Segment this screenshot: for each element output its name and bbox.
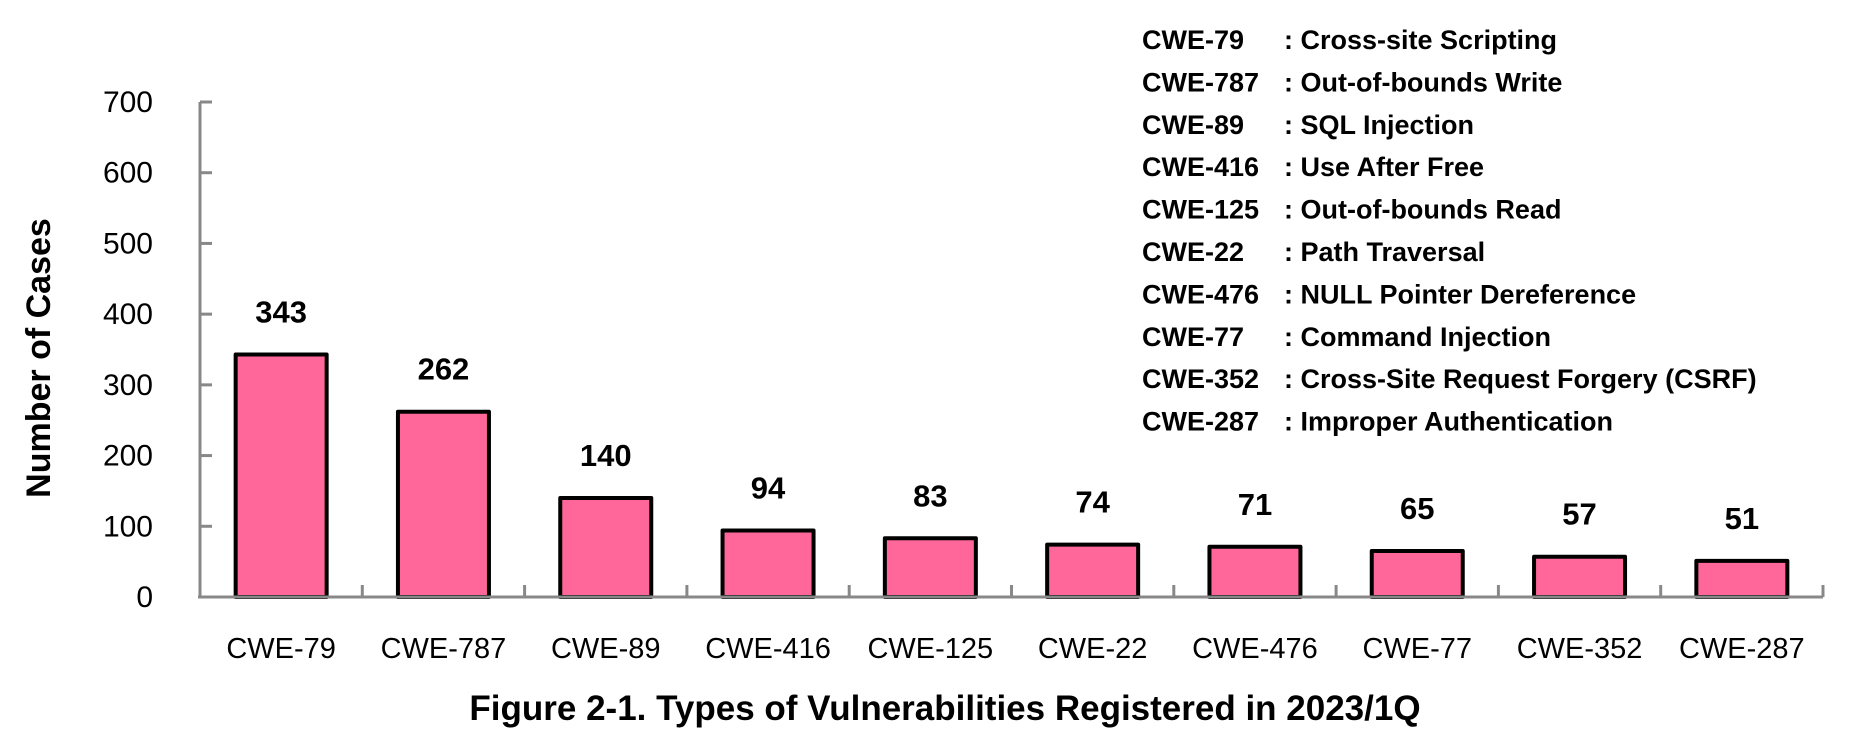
legend-item: CWE-77 : Command Injection <box>1142 322 1551 352</box>
legend-item: CWE-416 : Use After Free <box>1142 152 1484 182</box>
legend-code: CWE-125 <box>1142 195 1259 225</box>
data-label: 57 <box>1562 497 1596 532</box>
y-tick-label: 700 <box>103 86 153 119</box>
legend-code: CWE-287 <box>1142 407 1259 437</box>
bar <box>558 496 654 599</box>
legend-code: CWE-22 <box>1142 237 1244 267</box>
y-tick-label: 0 <box>136 581 153 614</box>
legend-code: CWE-416 <box>1142 152 1259 182</box>
legend-item: CWE-125 : Out-of-bounds Read <box>1142 195 1561 225</box>
legend: CWE-79 : Cross-site Scripting CWE-787 : Out… <box>1142 25 1757 437</box>
x-axis: CWE-79 CWE-787 CWE-89 CWE-416 CWE-125 CWE-22 C… <box>198 585 1825 665</box>
bars: 343 262 140 94 83 74 71 65 57 51 <box>233 294 1790 600</box>
y-tick-label: 100 <box>103 510 153 543</box>
x-tick-label: CWE-125 <box>867 633 993 665</box>
data-label: 74 <box>1075 485 1110 520</box>
legend-item: CWE-89 : SQL Injection <box>1142 110 1474 140</box>
legend-code: CWE-352 <box>1142 364 1259 394</box>
legend-description: : Cross-Site Request Forgery (CSRF) <box>1284 364 1757 394</box>
y-tick-label: 600 <box>103 157 153 190</box>
legend-description: : Path Traversal <box>1284 237 1485 267</box>
legend-description: : Improper Authentication <box>1284 407 1613 437</box>
x-tick-label: CWE-89 <box>551 633 661 665</box>
bar <box>720 528 816 599</box>
legend-description: : Command Injection <box>1284 322 1551 352</box>
bar <box>1207 544 1303 599</box>
bar-chart: CWE-79 : Cross-site Scripting CWE-787 : Out… <box>20 25 1825 728</box>
y-axis-title: Number of Cases <box>20 218 58 498</box>
x-tick-label: CWE-476 <box>1192 633 1318 665</box>
y-tick-label: 200 <box>103 440 153 473</box>
legend-description: : SQL Injection <box>1284 110 1474 140</box>
legend-description: : Out-of-bounds Read <box>1284 195 1561 225</box>
bar <box>1369 549 1465 599</box>
x-tick-label: CWE-22 <box>1038 633 1148 665</box>
bar <box>1045 542 1141 600</box>
legend-item: CWE-787 : Out-of-bounds Write <box>1142 67 1562 97</box>
data-label: 343 <box>255 294 307 329</box>
x-tick-label: CWE-352 <box>1517 633 1643 665</box>
x-tick-label: CWE-77 <box>1362 633 1472 665</box>
legend-item: CWE-22 : Path Traversal <box>1142 237 1485 267</box>
data-label: 262 <box>418 352 470 387</box>
bar <box>1694 558 1790 600</box>
y-axis: 0 100 200 300 400 500 600 700 <box>103 86 212 614</box>
x-tick-label: CWE-787 <box>381 633 507 665</box>
data-label: 65 <box>1400 491 1434 526</box>
legend-description: : Use After Free <box>1284 152 1484 182</box>
y-tick-label: 300 <box>103 369 153 402</box>
data-label: 51 <box>1725 501 1759 536</box>
data-label: 140 <box>580 438 632 473</box>
data-label: 71 <box>1238 487 1272 522</box>
chart-title: Figure 2-1. Types of Vulnerabilities Reg… <box>469 689 1420 728</box>
legend-code: CWE-476 <box>1142 279 1259 309</box>
legend-description: : NULL Pointer Dereference <box>1284 279 1636 309</box>
legend-item: CWE-287 : Improper Authentication <box>1142 407 1613 437</box>
x-tick-label: CWE-416 <box>705 633 831 665</box>
legend-item: CWE-476 : NULL Pointer Dereference <box>1142 279 1636 309</box>
legend-code: CWE-787 <box>1142 67 1259 97</box>
legend-description: : Cross-site Scripting <box>1284 25 1557 55</box>
x-tick-label: CWE-287 <box>1679 633 1805 665</box>
legend-description: : Out-of-bounds Write <box>1284 67 1562 97</box>
legend-code: CWE-77 <box>1142 322 1244 352</box>
data-label: 94 <box>751 471 786 506</box>
y-tick-label: 400 <box>103 298 153 331</box>
y-tick-label: 500 <box>103 227 153 260</box>
legend-code: CWE-79 <box>1142 25 1244 55</box>
bar <box>882 536 978 599</box>
data-label: 83 <box>913 478 947 513</box>
legend-item: CWE-79 : Cross-site Scripting <box>1142 25 1557 55</box>
bar <box>1532 554 1628 600</box>
legend-code: CWE-89 <box>1142 110 1244 140</box>
legend-item: CWE-352 : Cross-Site Request Forgery (CSR… <box>1142 364 1757 394</box>
bar <box>395 409 491 599</box>
bar <box>233 352 329 600</box>
x-tick-label: CWE-79 <box>226 633 336 665</box>
